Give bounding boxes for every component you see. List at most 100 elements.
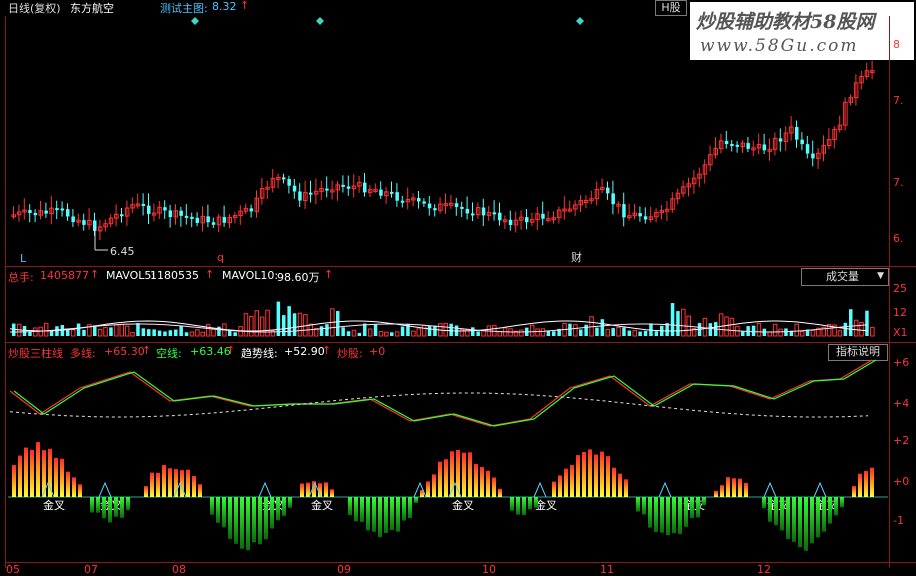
candle-body-down xyxy=(400,200,405,203)
pillar-negative xyxy=(774,497,778,526)
volume-bar-up xyxy=(416,328,421,337)
candle-body-down xyxy=(346,186,351,189)
candle-body-down xyxy=(206,216,210,223)
candle-body-down xyxy=(481,207,486,216)
pillar-positive xyxy=(858,473,862,497)
pillar-negative xyxy=(96,497,100,513)
chart-canvas[interactable] xyxy=(0,0,916,573)
candle-body-down xyxy=(282,177,286,180)
volume-bar-up xyxy=(778,328,783,337)
pillar-negative xyxy=(828,497,832,524)
volume-bar-up xyxy=(189,331,195,337)
volume-bar-down xyxy=(400,326,405,336)
volume-bar-down xyxy=(228,330,232,336)
candle-body-down xyxy=(643,216,648,220)
volume-bar-down xyxy=(427,326,432,336)
pillar-positive xyxy=(438,461,442,497)
volume-bar-down xyxy=(741,331,745,336)
candle-body-down xyxy=(730,144,734,147)
pillar-positive xyxy=(144,486,148,497)
signal-diamond-icon xyxy=(576,17,584,25)
candle-body-down xyxy=(638,213,642,217)
golden-cross-triangle-icon xyxy=(658,481,672,498)
pillar-negative xyxy=(822,497,826,532)
pillar-positive xyxy=(612,467,616,497)
candle-body-down xyxy=(762,144,767,151)
pillar-negative xyxy=(222,497,226,528)
pillar-positive xyxy=(738,478,742,497)
volume-bar-down xyxy=(276,301,281,336)
volume-bar-down xyxy=(600,319,605,336)
candle-body-down xyxy=(222,217,227,223)
pillar-positive xyxy=(162,464,166,497)
candle-body-down xyxy=(33,213,38,216)
volume-bar-up xyxy=(616,327,621,337)
pillar-positive xyxy=(720,485,724,497)
pillar-negative xyxy=(702,497,706,506)
candle-body-down xyxy=(800,139,804,145)
pillar-positive xyxy=(486,470,490,497)
volume-bar-up xyxy=(351,329,357,337)
pillar-positive xyxy=(744,482,748,497)
pillar-positive xyxy=(168,468,172,497)
volume-bar-up xyxy=(43,322,49,337)
volume-bar-up xyxy=(756,322,762,337)
pillar-negative xyxy=(366,497,370,531)
candle-body-down xyxy=(195,217,200,223)
pillar-positive xyxy=(624,479,628,497)
volume-bar-up xyxy=(837,330,843,337)
volume-bar-up xyxy=(605,329,610,337)
pillar-negative xyxy=(684,497,688,527)
pillar-negative xyxy=(696,497,700,518)
volume-bar-down xyxy=(476,331,480,336)
pillar-positive xyxy=(492,477,496,497)
volume-bar-down xyxy=(28,331,32,336)
candle-body-down xyxy=(168,210,173,218)
pillar-positive xyxy=(300,483,304,497)
candle-body-down xyxy=(427,203,432,209)
pillar-negative xyxy=(792,497,796,542)
pillar-negative xyxy=(264,497,268,540)
volume-bar-up xyxy=(632,329,637,337)
candle-body-down xyxy=(724,140,729,145)
volume-bar-down xyxy=(49,330,54,336)
volume-bar-up xyxy=(394,331,400,337)
pillar-negative xyxy=(126,497,130,511)
volume-bar-up xyxy=(794,323,799,337)
candle-body-down xyxy=(525,217,529,223)
volume-bar-up xyxy=(718,313,724,337)
candle-body-down xyxy=(163,207,167,211)
pillar-positive xyxy=(870,467,874,497)
volume-bar-down xyxy=(319,326,324,336)
pillar-negative xyxy=(768,497,772,522)
pillar-negative xyxy=(372,497,376,532)
volume-bar-up xyxy=(211,328,216,337)
pillar-negative xyxy=(642,497,646,515)
candle-body-down xyxy=(66,209,70,217)
candle-body-down xyxy=(325,188,329,191)
volume-bar-down xyxy=(55,326,59,336)
pillar-negative xyxy=(816,497,820,538)
pillar-negative xyxy=(120,497,124,518)
pillar-negative xyxy=(534,497,538,508)
pillar-negative xyxy=(402,497,406,521)
pillar-negative xyxy=(282,497,286,516)
pillar-positive xyxy=(426,481,430,497)
pillar-negative xyxy=(270,497,274,529)
pillar-positive xyxy=(588,449,592,497)
pillar-negative xyxy=(234,497,238,544)
pillar-positive xyxy=(432,474,436,497)
volume-bar-down xyxy=(471,327,475,336)
pillar-positive xyxy=(732,478,736,497)
pillar-negative xyxy=(240,497,244,549)
volume-bar-down xyxy=(568,323,572,336)
candle-body-down xyxy=(508,219,513,225)
volume-bar-down xyxy=(751,325,756,336)
pillar-negative xyxy=(798,497,802,548)
candle-body-down xyxy=(71,216,75,223)
pillar-negative xyxy=(378,497,382,538)
candle-body-down xyxy=(417,197,421,202)
pillar-negative xyxy=(678,497,682,535)
pillar-positive xyxy=(498,488,502,497)
volume-bar-down xyxy=(184,332,189,336)
